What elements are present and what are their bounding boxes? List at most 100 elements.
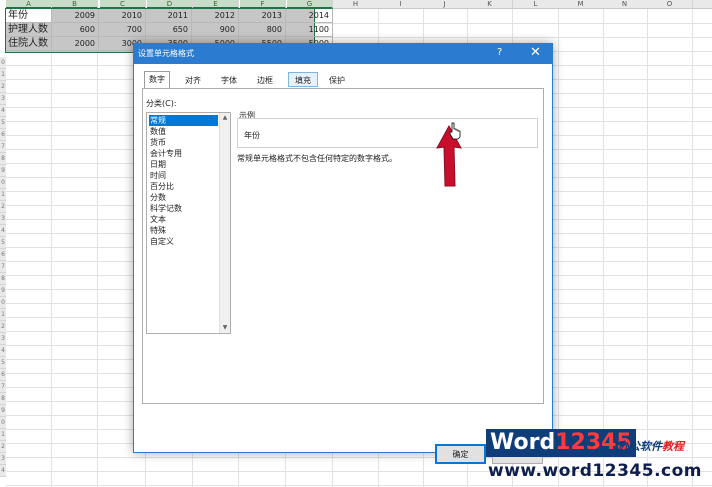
tab-fill[interactable]: 填充 bbox=[288, 72, 318, 87]
dialog-body: 数字 对齐 字体 边框 填充 保护 分类(C): 常规 数值 货币 会计专用 日期 时间百… bbox=[134, 64, 552, 464]
row-header[interactable]: 9 bbox=[0, 405, 6, 417]
row-header[interactable]: 2 bbox=[0, 201, 6, 213]
row-header[interactable]: 8 bbox=[0, 393, 6, 405]
column-header[interactable]: G bbox=[287, 0, 333, 9]
row-header[interactable]: 8 bbox=[0, 273, 6, 285]
row-header[interactable]: 6 bbox=[0, 369, 6, 381]
format-description: 常规单元格格式不包含任何特定的数字格式。 bbox=[237, 154, 397, 163]
column-header[interactable]: M bbox=[558, 0, 604, 9]
column-header[interactable]: K bbox=[467, 0, 513, 9]
row-header[interactable]: 3 bbox=[0, 213, 6, 225]
column-header[interactable]: A bbox=[6, 0, 52, 9]
table-cell[interactable]: 2000 bbox=[52, 37, 99, 51]
row-header[interactable]: 7 bbox=[0, 381, 6, 393]
scroll-up-icon[interactable]: ▲ bbox=[220, 113, 230, 123]
table-cell[interactable]: 800 bbox=[239, 23, 286, 37]
row-header[interactable]: 1 bbox=[0, 189, 6, 201]
category-item[interactable]: 日期 bbox=[149, 159, 218, 170]
table-cell[interactable]: 1100 bbox=[286, 23, 333, 37]
table-cell[interactable]: 2013 bbox=[239, 9, 286, 23]
row-header[interactable]: 4 bbox=[0, 345, 6, 357]
row-header[interactable]: 3 bbox=[0, 453, 6, 465]
table-cell[interactable]: 2014 bbox=[286, 9, 333, 23]
dialog-title: 设置单元格格式 bbox=[138, 49, 194, 58]
help-button[interactable]: ? bbox=[497, 47, 502, 58]
row-header[interactable]: 2 bbox=[0, 441, 6, 453]
ok-button[interactable]: 确定 bbox=[435, 444, 486, 464]
tab-number[interactable]: 数字 bbox=[144, 71, 170, 88]
row-header[interactable]: 0 bbox=[0, 297, 6, 309]
row-header[interactable]: 3 bbox=[0, 93, 6, 105]
row-header[interactable]: 4 bbox=[0, 105, 6, 117]
row-header[interactable]: 5 bbox=[0, 357, 6, 369]
watermark-caption: 办公软件教程 bbox=[618, 440, 684, 453]
category-item[interactable]: 时间 bbox=[149, 170, 218, 181]
category-item[interactable]: 常规 bbox=[149, 115, 218, 126]
row-header[interactable]: 8 bbox=[0, 153, 6, 165]
category-item[interactable]: 特殊 bbox=[149, 225, 218, 236]
column-header[interactable]: H bbox=[333, 0, 379, 9]
category-item[interactable]: 分数 bbox=[149, 192, 218, 203]
close-icon[interactable]: ✕ bbox=[530, 45, 541, 60]
table-cell[interactable]: 900 bbox=[192, 23, 239, 37]
table-cell[interactable]: 护理人数 bbox=[6, 23, 52, 37]
column-header[interactable]: D bbox=[147, 0, 193, 9]
category-item[interactable]: 货币 bbox=[149, 137, 218, 148]
watermark: Word12345 办公软件教程 www.word12345.com bbox=[486, 423, 712, 487]
category-item[interactable]: 科学记数 bbox=[149, 203, 218, 214]
tab-font[interactable]: 字体 bbox=[216, 72, 242, 87]
row-header[interactable]: 7 bbox=[0, 261, 6, 273]
column-header[interactable]: L bbox=[513, 0, 559, 9]
category-item[interactable]: 文本 bbox=[149, 214, 218, 225]
column-header[interactable]: I bbox=[378, 0, 424, 9]
tab-protection[interactable]: 保护 bbox=[324, 72, 350, 87]
row-header[interactable]: 2 bbox=[0, 81, 6, 93]
scroll-down-icon[interactable]: ▼ bbox=[220, 323, 230, 333]
column-header[interactable]: F bbox=[240, 0, 286, 9]
tab-border[interactable]: 边框 bbox=[252, 72, 278, 87]
column-header[interactable]: B bbox=[52, 0, 98, 9]
table-cell[interactable]: 650 bbox=[146, 23, 192, 37]
watermark-url: www.word12345.com bbox=[488, 461, 702, 481]
row-header[interactable]: 6 bbox=[0, 249, 6, 261]
row-header[interactable]: 1 bbox=[0, 429, 6, 441]
column-header[interactable]: C bbox=[100, 0, 146, 9]
column-header[interactable]: J bbox=[422, 0, 468, 9]
table-cell[interactable]: 年份 bbox=[6, 9, 52, 23]
row-header[interactable]: 4 bbox=[0, 465, 6, 477]
column-header[interactable]: O bbox=[647, 0, 693, 9]
table-cell[interactable]: 2012 bbox=[192, 9, 239, 23]
table-cell[interactable]: 2010 bbox=[99, 9, 146, 23]
category-scrollbar[interactable]: ▲ ▼ bbox=[219, 113, 230, 333]
table-cell[interactable]: 住院人数 bbox=[6, 37, 52, 51]
column-header[interactable]: E bbox=[193, 0, 239, 9]
category-item[interactable]: 会计专用 bbox=[149, 148, 218, 159]
row-header[interactable]: 1 bbox=[0, 69, 6, 81]
row-header[interactable]: 0 bbox=[0, 177, 6, 189]
row-header[interactable]: 7 bbox=[0, 141, 6, 153]
row-header[interactable]: 5 bbox=[0, 237, 6, 249]
category-label: 分类(C): bbox=[146, 99, 177, 108]
format-cells-dialog: 设置单元格格式 ? ✕ 数字 对齐 字体 边框 填充 保护 分类(C): 常规数… bbox=[133, 43, 553, 464]
column-header[interactable]: N bbox=[602, 0, 648, 9]
table-cell[interactable]: 2011 bbox=[146, 9, 192, 23]
column-header[interactable]: P bbox=[693, 0, 712, 9]
row-header[interactable]: 3 bbox=[0, 333, 6, 345]
row-header[interactable]: 0 bbox=[0, 417, 6, 429]
table-cell[interactable]: 2009 bbox=[52, 9, 99, 23]
row-header[interactable]: 6 bbox=[0, 129, 6, 141]
row-header[interactable]: 9 bbox=[0, 285, 6, 297]
category-item[interactable]: 百分比 bbox=[149, 181, 218, 192]
row-header[interactable]: 9 bbox=[0, 165, 6, 177]
category-item[interactable]: 数值 bbox=[149, 126, 218, 137]
category-item[interactable]: 自定义 bbox=[149, 236, 218, 247]
row-header[interactable]: 4 bbox=[0, 225, 6, 237]
row-header[interactable]: 5 bbox=[0, 117, 6, 129]
row-header[interactable]: 0 bbox=[0, 57, 6, 69]
table-cell[interactable]: 700 bbox=[99, 23, 146, 37]
row-header[interactable]: 1 bbox=[0, 309, 6, 321]
row-header[interactable]: 2 bbox=[0, 321, 6, 333]
table-cell[interactable]: 600 bbox=[52, 23, 99, 37]
category-listbox[interactable]: 常规 数值 货币 会计专用 日期 时间 百分比 分数 科学记数 文本 特殊 自定义 ▲ ▼ bbox=[146, 112, 231, 334]
tab-alignment[interactable]: 对齐 bbox=[180, 72, 206, 87]
